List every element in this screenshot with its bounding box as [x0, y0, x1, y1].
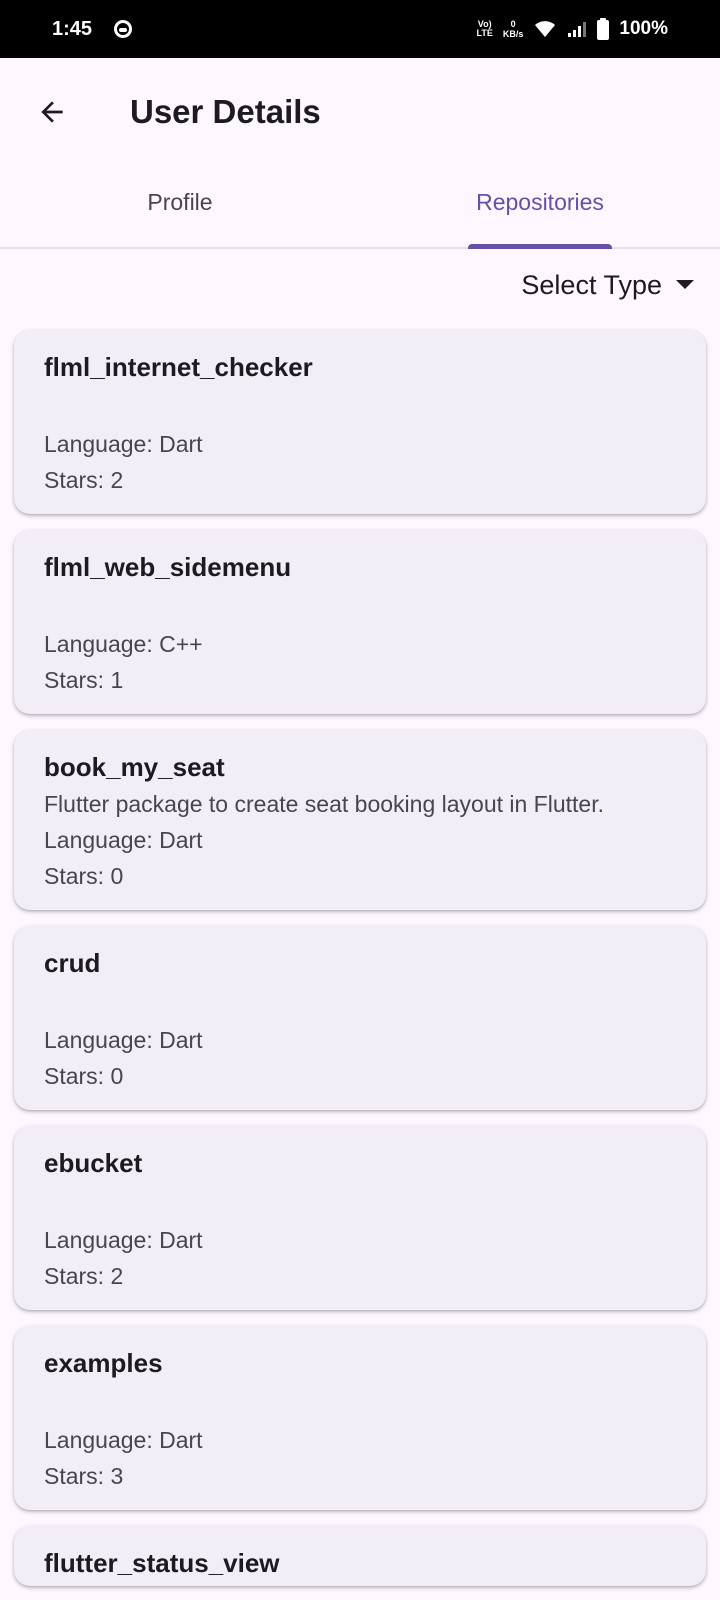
- tab-repositories-label: Repositories: [476, 189, 604, 215]
- repo-description: Flutter package to create seat booking l…: [44, 791, 604, 817]
- battery-icon: [597, 18, 610, 40]
- repo-language: Language: Dart: [44, 1427, 203, 1453]
- tab-profile[interactable]: Profile: [0, 166, 360, 247]
- battery-percent: 100%: [619, 18, 668, 39]
- arrow-back-icon: [41, 101, 63, 123]
- repo-stars: Stars: 1: [44, 667, 124, 693]
- wifi-icon: [533, 20, 557, 38]
- volte-bottom-text: LTE: [476, 28, 493, 38]
- tab-bar: Profile Repositories: [0, 166, 720, 249]
- volte-icon: Vo) LTE: [477, 20, 493, 38]
- repo-language: Language: Dart: [44, 1227, 203, 1253]
- repo-language: Language: Dart: [44, 827, 203, 853]
- repo-stars: Stars: 0: [44, 863, 124, 889]
- status-time: 1:45: [52, 17, 93, 40]
- repo-name: ebucket: [44, 1148, 143, 1178]
- page-title: User Details: [130, 93, 321, 130]
- repository-list: flml_internet_checker Language: Dart Sta…: [14, 330, 706, 1586]
- repo-card[interactable]: examples Language: Dart Stars: 3: [14, 1326, 706, 1510]
- repo-name: examples: [44, 1348, 163, 1378]
- repo-name: flml_internet_checker: [44, 352, 313, 382]
- repo-description: [44, 982, 676, 1022]
- repo-language: Language: C++: [44, 631, 203, 657]
- network-speed-unit: KB/s: [502, 29, 524, 39]
- status-icons: Vo) LTE 0 KB/s 100%: [477, 18, 668, 40]
- repo-stars: Stars: 0: [44, 1063, 124, 1089]
- app-bar: User Details: [0, 58, 720, 166]
- select-type-label: Select Type: [521, 269, 662, 300]
- repo-stars: Stars: 2: [44, 467, 124, 493]
- repo-language: Language: Dart: [44, 431, 203, 457]
- repo-card[interactable]: crud Language: Dart Stars: 0: [14, 926, 706, 1110]
- repo-card[interactable]: flml_internet_checker Language: Dart Sta…: [14, 330, 706, 514]
- notification-icon: [114, 20, 133, 38]
- repo-description: [44, 1182, 676, 1222]
- select-type-dropdown[interactable]: Select Type: [521, 258, 694, 312]
- status-bar: 1:45 Vo) LTE 0 KB/s 100%: [0, 0, 720, 58]
- network-speed: 0 KB/s: [503, 19, 524, 39]
- repo-name: crud: [44, 948, 101, 978]
- signal-icon: [567, 20, 587, 38]
- repo-description: [44, 386, 676, 426]
- repo-description: [44, 1382, 676, 1422]
- back-button[interactable]: [24, 84, 80, 140]
- network-speed-value: 0: [510, 19, 516, 29]
- repo-card[interactable]: flutter_status_view: [14, 1526, 706, 1586]
- tab-indicator: [468, 244, 612, 249]
- repo-language: Language: Dart: [44, 1027, 203, 1053]
- repo-card[interactable]: book_my_seat Flutter package to create s…: [14, 730, 706, 910]
- repo-card[interactable]: ebucket Language: Dart Stars: 2: [14, 1126, 706, 1310]
- repo-name: flutter_status_view: [44, 1548, 280, 1578]
- repo-name: flml_web_sidemenu: [44, 552, 292, 582]
- repo-stars: Stars: 3: [44, 1463, 124, 1489]
- repo-card[interactable]: flml_web_sidemenu Language: C++ Stars: 1: [14, 530, 706, 714]
- tab-repositories[interactable]: Repositories: [360, 166, 720, 249]
- repo-stars: Stars: 2: [44, 1263, 124, 1289]
- repo-description: [44, 586, 676, 626]
- tab-profile-label: Profile: [147, 189, 213, 215]
- repo-name: book_my_seat: [44, 752, 225, 782]
- dropdown-arrow-icon: [676, 280, 694, 289]
